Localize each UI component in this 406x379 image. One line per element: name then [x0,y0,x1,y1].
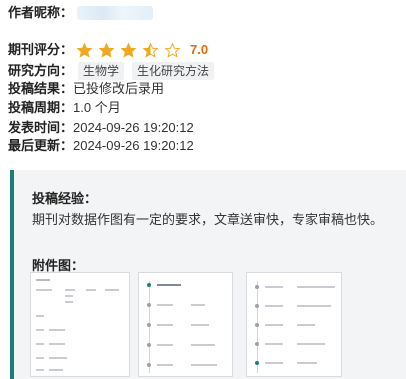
rating-score: 7.0 [190,42,209,57]
rating-stars [77,42,187,58]
direction-tag[interactable]: 生物学 [78,62,125,80]
attachment-thumbnail[interactable] [138,272,233,377]
direction-tag[interactable]: 生化研究方法 [132,62,215,80]
empty-star-icon [165,42,181,58]
period-row: 投稿周期： 1.0 个月 [8,99,121,117]
review-card: 作者昵称： 期刊评分： 7.0 研究方向： 生物学 生化研究方法 投稿结果： 已… [0,0,406,379]
experience-box: 投稿经验： 期刊对数据作图有一定的要求，文章送审快，专家审稿也快。 附件图： [10,170,406,379]
direction-label: 研究方向： [8,63,74,78]
author-label: 作者昵称： [8,5,74,20]
period-value: 1.0 个月 [73,100,121,115]
period-label: 投稿周期： [8,100,74,115]
attachment-thumbnail[interactable] [30,272,130,377]
author-nickname-blurred [77,6,154,20]
rating-row: 期刊评分： 7.0 [8,41,208,59]
half-star-icon [143,42,159,58]
publish-row: 发表时间： 2024-09-26 19:20:12 [8,119,194,137]
experience-title: 投稿经验： [32,191,98,206]
result-value: 已投修改后录用 [73,81,165,96]
attachment-thumbnail[interactable] [246,272,342,377]
publish-value: 2024-09-26 19:20:12 [73,120,194,135]
update-label: 最后更新： [8,138,74,153]
result-label: 投稿结果： [8,81,74,96]
rating-label: 期刊评分： [8,42,74,57]
star-icon [99,42,115,58]
star-icon [121,42,137,58]
author-row: 作者昵称： [8,4,154,22]
result-row: 投稿结果： 已投修改后录用 [8,80,164,98]
star-icon [77,42,93,58]
experience-text: 期刊对数据作图有一定的要求，文章送审快，专家审稿也快。 [32,212,384,227]
update-value: 2024-09-26 19:20:12 [73,138,194,153]
update-row: 最后更新： 2024-09-26 19:20:12 [8,137,194,155]
publish-label: 发表时间： [8,120,74,135]
direction-row: 研究方向： 生物学 生化研究方法 [8,62,215,80]
